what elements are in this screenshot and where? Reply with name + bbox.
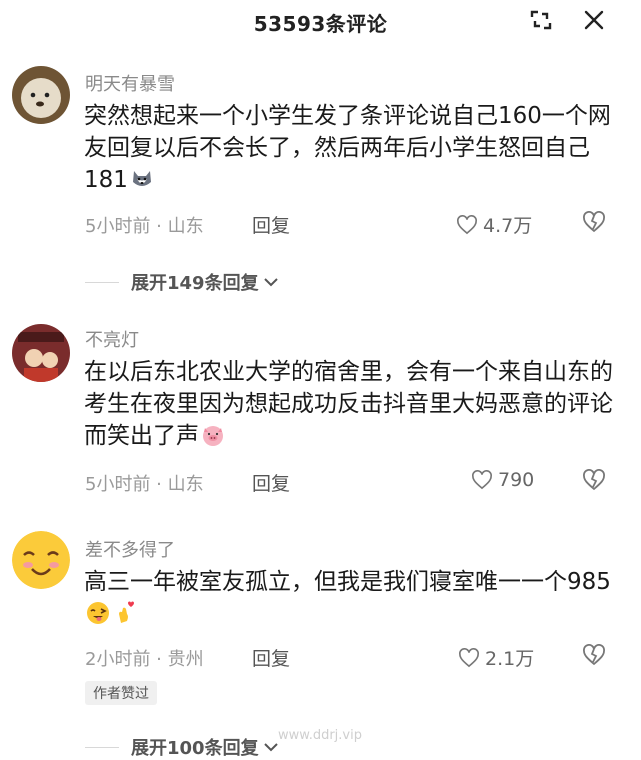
expand-replies-button[interactable]: 展开100条回复 [85,734,279,760]
expand-replies-button[interactable]: 展开149条回复 [85,269,279,295]
like-button[interactable]: 2.1万 [458,644,534,671]
comment-body: 在以后东北农业大学的宿舍里，会有一个来自山东的考生在夜里因为想起成功反击抖音里大… [84,356,624,452]
chevron-down-icon [263,743,278,752]
comment-body: 突然想起来一个小学生发了条评论说自己160一个网友回复以后不会长了，然后两年后小… [84,100,624,196]
watermark: www.ddrj.vip [278,728,362,743]
comment-text: 高三一年被室友孤立，但我是我们寝室唯一一个985 [84,569,611,595]
username[interactable]: 不亮灯 [85,326,139,352]
reply-button[interactable]: 回复 [252,469,290,496]
comment-meta: 5小时前 · 山东 [85,474,204,495]
comments-header: 53593条评论 [0,0,641,40]
comment-body: 高三一年被室友孤立，但我是我们寝室唯一一个985 [84,566,624,630]
divider-line [85,281,119,283]
husky-emoji-icon [130,167,154,191]
like-count: 790 [498,469,535,491]
avatar[interactable] [12,66,70,124]
comment-meta: 5小时前 · 山东 [85,216,204,237]
like-button[interactable]: 790 [471,469,534,491]
chevron-down-icon [263,278,278,287]
divider-line [85,746,119,748]
reply-button[interactable]: 回复 [252,211,290,238]
like-button[interactable]: 4.7万 [456,211,532,238]
like-count: 4.7万 [483,215,533,237]
close-icon[interactable] [583,9,605,31]
heart-icon [459,647,479,667]
comment-text: 突然想起来一个小学生发了条评论说自己160一个网友回复以后不会长了，然后两年后小… [84,103,611,193]
avatar[interactable] [12,324,70,382]
comment-text: 在以后东北农业大学的宿舍里，会有一个来自山东的考生在夜里因为想起成功反击抖音里大… [84,359,613,449]
avatar[interactable] [12,531,70,589]
wink-tongue-emoji-icon [86,601,110,625]
finger-heart-emoji-icon [112,601,136,625]
dislike-icon[interactable] [582,211,606,237]
dislike-icon[interactable] [582,644,606,670]
pig-emoji-icon [201,423,225,447]
heart-icon [457,214,477,234]
username[interactable]: 明天有暴雪 [85,70,175,96]
expand-icon[interactable] [530,9,552,31]
expand-replies-label: 展开149条回复 [131,273,259,294]
expand-replies-label: 展开100条回复 [131,738,259,759]
author-liked-badge: 作者赞过 [85,681,157,705]
heart-icon [472,470,492,490]
like-count: 2.1万 [485,648,535,670]
reply-button[interactable]: 回复 [252,644,290,671]
comment-meta: 2小时前 · 贵州 [85,649,204,670]
dislike-icon[interactable] [582,469,606,495]
username[interactable]: 差不多得了 [85,536,175,562]
